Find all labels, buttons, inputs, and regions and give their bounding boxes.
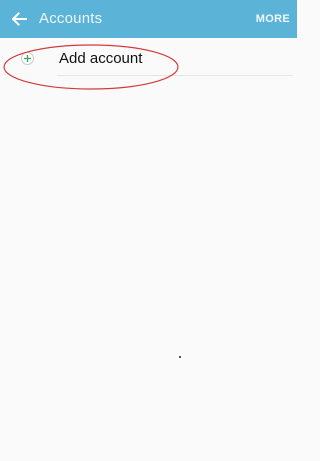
add-account-item[interactable]: Add account	[0, 38, 297, 78]
page-title: Accounts	[39, 10, 103, 27]
back-button[interactable]	[6, 5, 32, 33]
add-account-label: Add account	[59, 50, 143, 67]
more-button[interactable]: MORE	[256, 11, 290, 27]
arrow-left-icon	[11, 12, 27, 26]
plus-circle-icon	[21, 52, 34, 65]
stray-dot	[179, 356, 181, 358]
row-divider	[57, 75, 293, 76]
app-bar: Accounts MORE	[0, 0, 297, 38]
accounts-list: Add account	[0, 38, 297, 461]
